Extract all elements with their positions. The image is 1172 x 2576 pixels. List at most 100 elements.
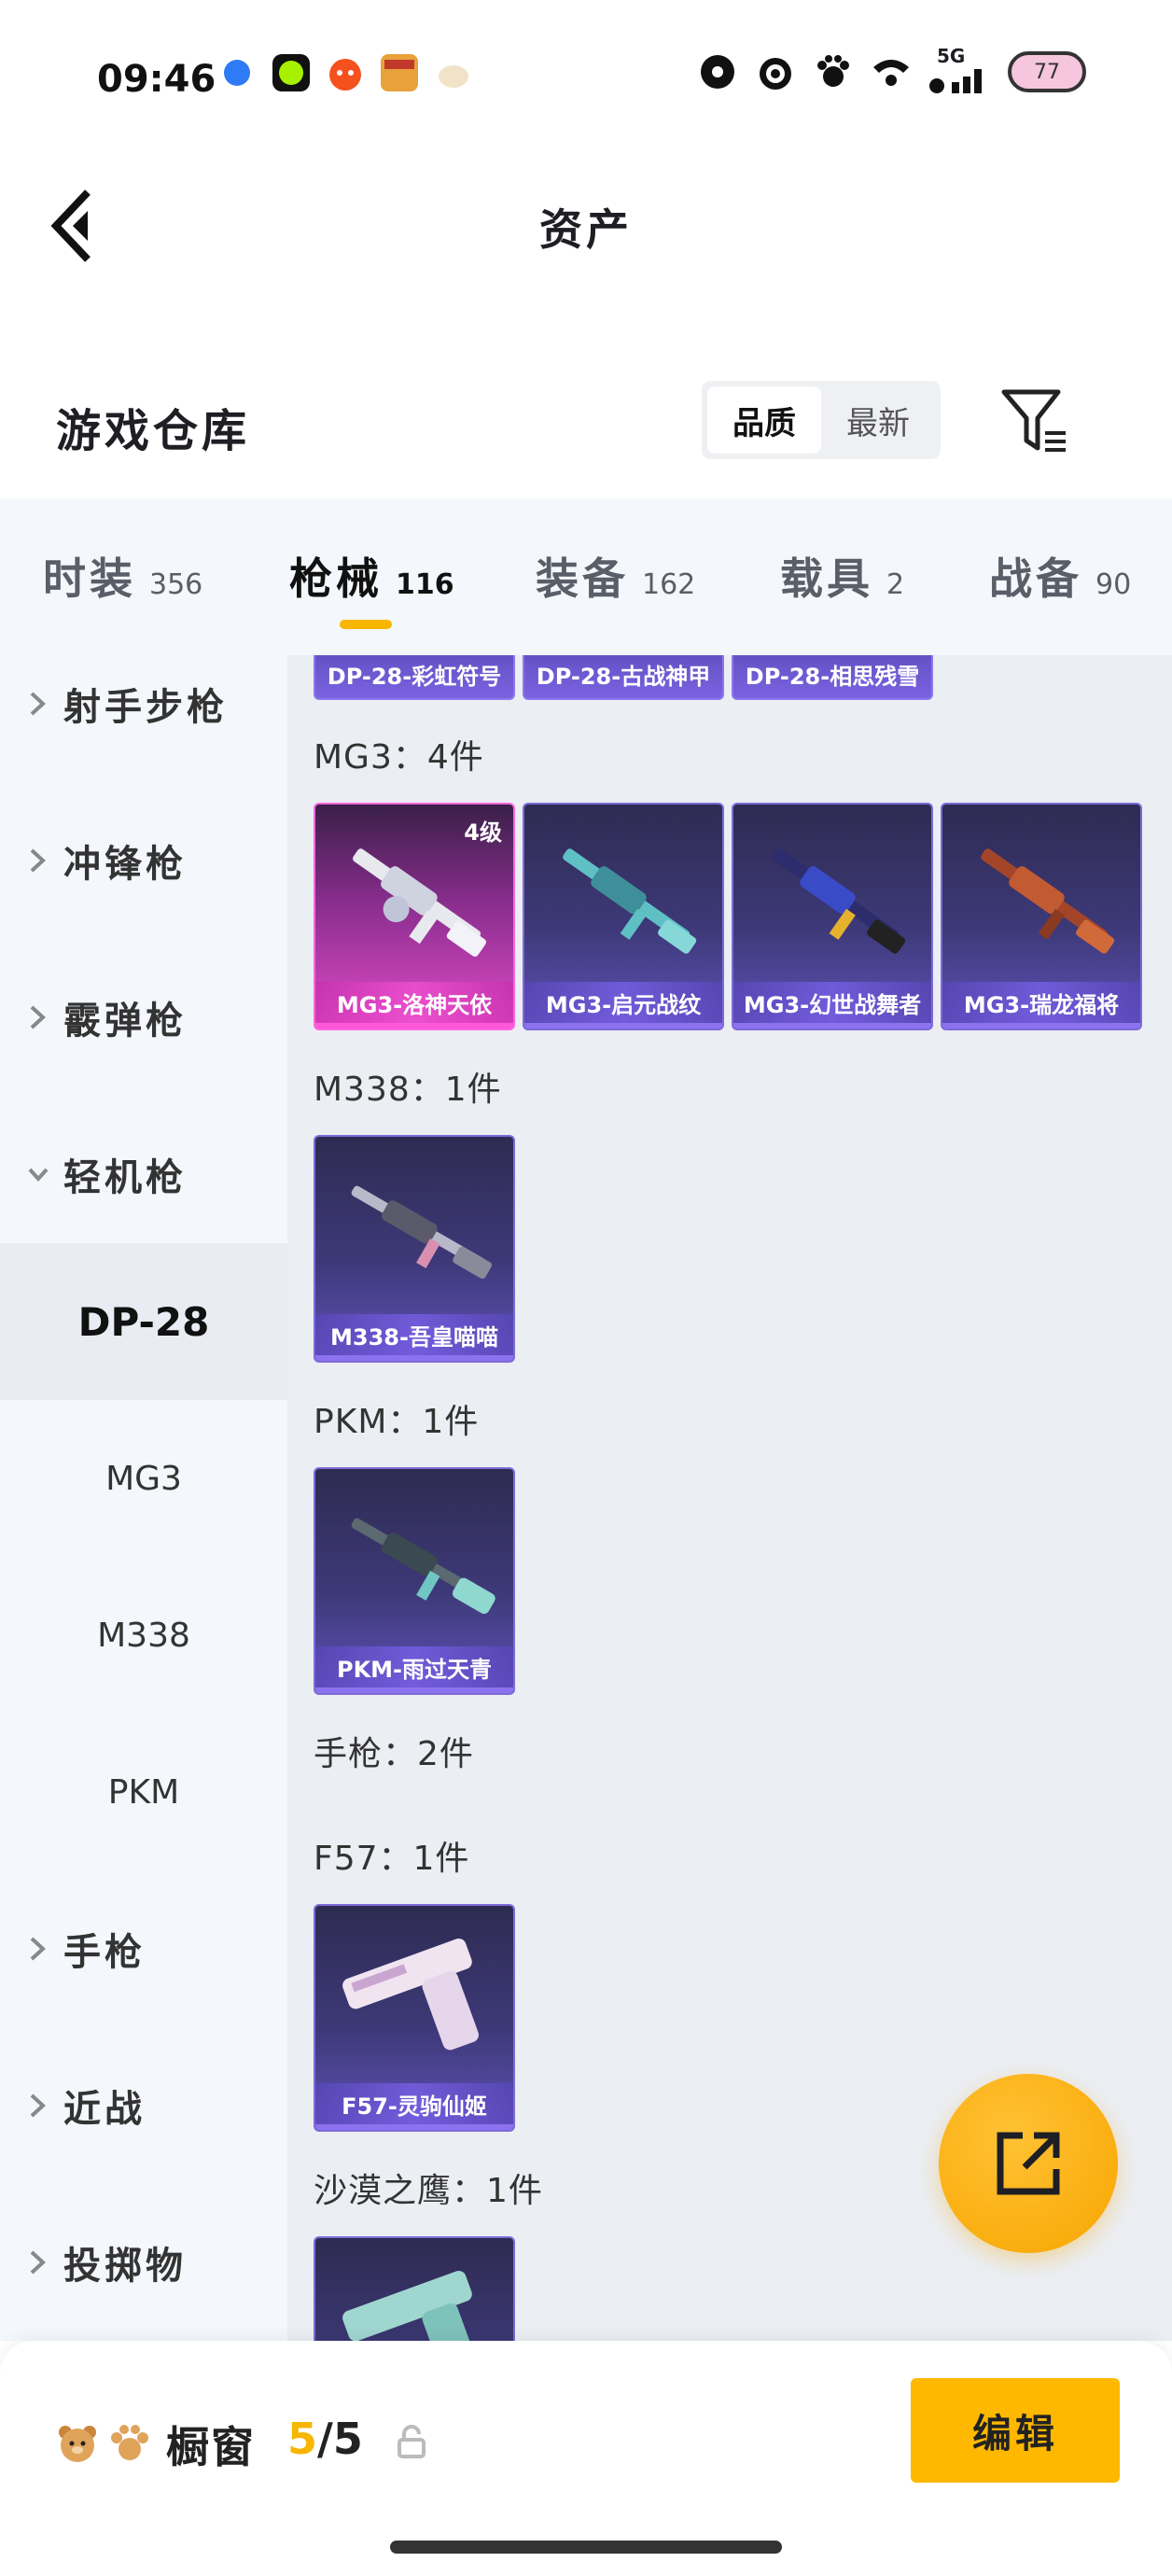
sort-toggle: 品质 最新 — [702, 381, 941, 459]
pistol-icon — [342, 2271, 479, 2341]
machine-gun-icon — [772, 848, 906, 954]
battery-indicator: 77 — [1008, 51, 1086, 92]
sort-quality-button[interactable]: 品质 — [707, 386, 821, 454]
sidebar-item-throwables[interactable]: 投掷物 — [0, 2184, 287, 2341]
skin-name: MG3-瑞龙福将 — [942, 982, 1140, 1023]
rarity-bar — [942, 1023, 1140, 1029]
skin-card[interactable]: F57-灵驹仙姬 — [314, 1904, 515, 2132]
alarm-icon — [760, 58, 791, 90]
sidebar-sub-mg3[interactable]: MG3 — [0, 1400, 287, 1557]
lock-icon — [398, 2425, 426, 2458]
skin-card[interactable]: MG3-幻世战舞者 — [732, 803, 933, 1030]
flower-icon — [701, 55, 734, 89]
sidebar-item-lmg[interactable]: 轻机枪 — [0, 1096, 287, 1253]
filter-icon[interactable] — [1000, 386, 1069, 457]
skin-card[interactable]: DP-28-古战神甲 — [523, 655, 724, 700]
tab-firearms[interactable]: 枪械 116 — [289, 545, 454, 607]
sidebar-sub-label: DP-28 — [77, 1298, 210, 1345]
share-external-icon — [997, 2132, 1060, 2195]
tab-label: 载具 — [780, 553, 873, 604]
page-header: 资产 — [0, 159, 1172, 289]
skin-card[interactable]: M338-吾皇喵喵 — [314, 1135, 515, 1363]
sidebar-item-marksman-rifle[interactable]: 射手步枪 — [0, 655, 287, 782]
chevron-right-icon — [30, 692, 46, 716]
tab-fashion[interactable]: 时装 356 — [43, 545, 202, 607]
cellular-signal: 5G — [928, 45, 993, 93]
tab-label: 装备 — [536, 553, 629, 604]
sidebar-sub-m338[interactable]: M338 — [0, 1557, 287, 1714]
skin-name: F57-灵驹仙姬 — [315, 2083, 513, 2124]
paw-icon — [817, 55, 849, 87]
tab-equipment[interactable]: 装备 162 — [536, 545, 695, 607]
system-icons: 5G 77 — [696, 45, 1086, 93]
rarity-bar — [524, 1023, 722, 1029]
chevron-down-icon — [28, 1168, 49, 1182]
showcase-count-total: /5 — [317, 2414, 363, 2464]
tab-count: 90 — [1095, 568, 1132, 601]
machine-gun-icon — [351, 1518, 495, 1615]
sidebar-sub-label: MG3 — [105, 1459, 182, 1498]
warehouse-title: 游戏仓库 — [56, 405, 251, 457]
page-title: 资产 — [539, 204, 633, 255]
sidebar-item-label: 投掷物 — [63, 2245, 187, 2288]
sidebar-item-label: 近战 — [63, 2088, 146, 2131]
sidebar-item-smg[interactable]: 冲锋枪 — [0, 782, 287, 939]
rarity-bar — [315, 1687, 513, 1693]
rarity-bar — [315, 1355, 513, 1361]
skin-name: PKM-雨过天青 — [315, 1646, 513, 1687]
tab-vehicles[interactable]: 载具 2 — [780, 545, 904, 607]
app-green-icon — [272, 54, 310, 91]
app-orange-icon — [329, 59, 361, 91]
sidebar-item-label: 冲锋枪 — [63, 843, 187, 886]
skin-card[interactable]: 4级 MG3-洛神天依 — [314, 803, 515, 1030]
tab-tactical[interactable]: 战备 90 — [989, 545, 1131, 607]
rarity-bar — [315, 1023, 513, 1029]
group-label: PKM：1件 — [314, 1403, 480, 1441]
machine-gun-icon — [563, 848, 697, 954]
level-badge: 4级 — [464, 819, 502, 846]
chevron-right-icon — [30, 1005, 46, 1029]
sidebar-item-label: 手枪 — [63, 1931, 146, 1974]
sidebar-item-pistol[interactable]: 手枪 — [0, 1870, 287, 2027]
rarity-bar — [733, 1023, 931, 1029]
sidebar-sub-label: PKM — [107, 1772, 180, 1812]
rarity-bar — [315, 2124, 513, 2130]
skin-card[interactable]: MG3-启元战纹 — [523, 803, 724, 1030]
skin-card[interactable] — [314, 2236, 515, 2341]
sidebar-item-label: 射手步枪 — [63, 686, 228, 729]
skin-card[interactable]: DP-28-相思残雪 — [732, 655, 933, 700]
showcase-count-current: 5 — [287, 2414, 318, 2464]
tab-label: 枪械 — [289, 553, 383, 604]
share-button[interactable] — [939, 2074, 1118, 2253]
sidebar-item-shotgun[interactable]: 霰弹枪 — [0, 939, 287, 1096]
group-label: M338：1件 — [314, 1071, 502, 1109]
skin-card[interactable]: MG3-瑞龙福将 — [941, 803, 1142, 1030]
app-bun-icon — [439, 65, 468, 88]
sidebar-sub-dp28[interactable]: DP-28 — [0, 1243, 287, 1400]
signal-bars-icon — [929, 69, 982, 93]
sidebar-sub-pkm[interactable]: PKM — [0, 1714, 287, 1870]
skin-card[interactable]: PKM-雨过天青 — [314, 1467, 515, 1695]
app-blue-icon — [224, 60, 250, 86]
category-tabs: 时装 356 枪械 116 装备 162 载具 2 战备 90 — [0, 498, 1172, 655]
weapon-type-sidebar: 射手步枪 冲锋枪 霰弹枪 轻机枪 DP-28 MG3 M338 PKM 手枪 近… — [0, 655, 287, 2341]
home-indicator[interactable] — [390, 2541, 782, 2554]
tab-count: 116 — [396, 568, 454, 601]
paw-icon — [111, 2425, 148, 2460]
tab-label: 时装 — [43, 553, 136, 604]
sort-newest-button[interactable]: 最新 — [821, 386, 935, 454]
chevron-right-icon — [30, 2093, 46, 2118]
group-label: 沙漠之鹰：1件 — [314, 2172, 543, 2210]
chevron-right-icon — [30, 2250, 46, 2275]
skin-card[interactable]: DP-28-彩虹符号 — [314, 655, 515, 700]
tab-count: 162 — [642, 568, 696, 601]
notification-icons — [216, 52, 474, 93]
skin-name: MG3-幻世战舞者 — [733, 982, 931, 1023]
skin-name: M338-吾皇喵喵 — [315, 1314, 513, 1355]
chevron-right-icon — [30, 1937, 46, 1961]
skin-name: MG3-启元战纹 — [524, 982, 722, 1023]
sidebar-sub-label: M338 — [97, 1616, 190, 1655]
chevron-right-icon — [30, 848, 46, 873]
edit-button[interactable]: 编辑 — [911, 2378, 1120, 2483]
sidebar-item-melee[interactable]: 近战 — [0, 2027, 287, 2184]
